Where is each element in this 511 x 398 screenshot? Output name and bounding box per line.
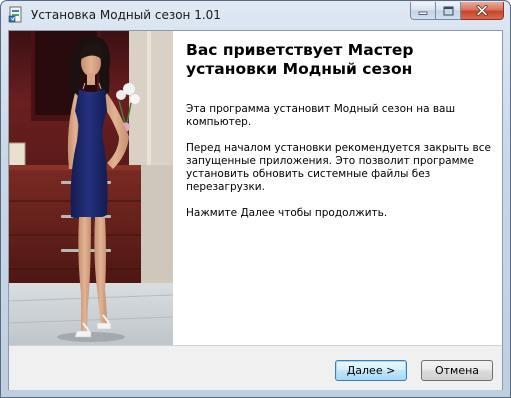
installer-icon: [8, 6, 22, 23]
button-bar: Далее > Отмена: [9, 345, 502, 390]
window-title: Установка Модный сезон 1.01: [31, 8, 221, 22]
wizard-content: Вас приветствует Мастер установки Модный…: [8, 30, 503, 390]
title-bar[interactable]: Установка Модный сезон 1.01: [1, 1, 510, 28]
welcome-panel: Вас приветствует Мастер установки Модный…: [186, 41, 496, 233]
minimize-button[interactable]: [410, 2, 436, 20]
next-button[interactable]: Далее >: [335, 360, 407, 381]
minimize-icon: [418, 11, 428, 15]
caption-buttons: [410, 2, 504, 21]
close-button[interactable]: [461, 2, 504, 20]
intro-paragraph: Эта программа установит Модный сезон на …: [186, 103, 456, 128]
cancel-button[interactable]: Отмена: [421, 360, 493, 381]
wizard-side-image: [9, 31, 173, 345]
close-icon: [476, 5, 488, 16]
welcome-heading: Вас приветствует Мастер установки Модный…: [186, 41, 414, 78]
maximize-button[interactable]: [436, 2, 461, 20]
character-illustration: [9, 31, 173, 345]
recommendation-paragraph: Перед началом установки рекомендуется за…: [186, 142, 491, 193]
instruction-paragraph: Нажмите Далее чтобы продолжить.: [186, 207, 388, 219]
maximize-icon: [443, 6, 453, 15]
installer-window: Установка Модный сезон 1.01 Вас приветст…: [0, 0, 511, 398]
